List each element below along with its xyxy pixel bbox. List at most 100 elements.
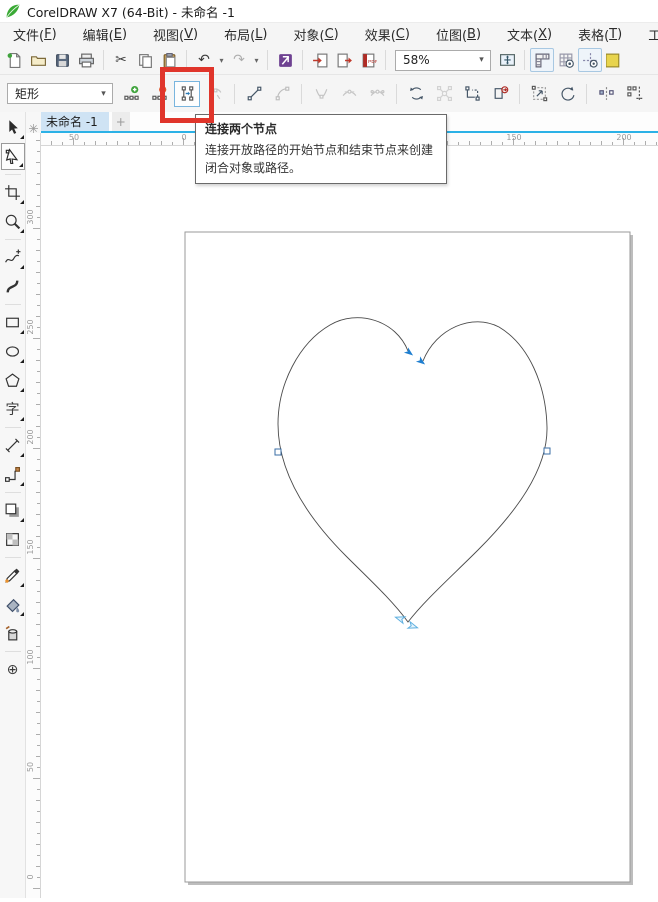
new-tab-button[interactable]: + <box>111 112 130 131</box>
menu-1[interactable]: 文件(F) <box>0 23 70 46</box>
reflect-nodes-button[interactable] <box>593 81 619 107</box>
symmetric-icon <box>369 85 386 102</box>
join-two-nodes-button[interactable] <box>174 80 200 107</box>
ruler-tick <box>35 844 40 845</box>
ruler-label: 250 <box>26 319 35 335</box>
menu-3[interactable]: 视图(V) <box>140 23 211 46</box>
connector-tool[interactable] <box>1 461 25 488</box>
ruler-label: 200 <box>616 133 632 142</box>
undo[interactable]: ↶ <box>192 48 216 72</box>
selection-marquee-combo[interactable]: 矩形 ▾ <box>7 83 113 104</box>
undo-dropdown[interactable]: ▾ <box>216 48 227 72</box>
open-document[interactable] <box>26 48 50 72</box>
ruler-tick <box>37 327 40 328</box>
drop-shadow-tool[interactable] <box>1 497 25 524</box>
convert-to-line-button[interactable] <box>241 81 267 107</box>
menu-7[interactable]: 位图(B) <box>423 23 494 46</box>
flyout-indicator <box>19 388 24 392</box>
show-grid[interactable] <box>554 48 578 72</box>
ruler-tick <box>95 140 96 145</box>
smart-fill-tool[interactable] <box>1 620 25 647</box>
freehand-tool[interactable] <box>1 244 25 271</box>
rectangle-tool[interactable] <box>1 309 25 336</box>
ruler-label: 300 <box>26 209 35 225</box>
ellipse-tool-icon <box>4 343 21 360</box>
export[interactable] <box>332 48 356 72</box>
import[interactable] <box>308 48 332 72</box>
parallel-dimension-tool[interactable] <box>1 432 25 459</box>
ruler-tick <box>35 624 40 625</box>
reflect-h-icon <box>598 85 615 102</box>
application-launcher[interactable] <box>273 48 297 72</box>
tooltip-body: 连接开放路径的开始节点和结束节点来创建闭合对象或路径。 <box>205 142 434 176</box>
ellipse-tool[interactable] <box>1 338 25 365</box>
ruler-tick <box>37 371 40 372</box>
interactive-fill-tool[interactable] <box>1 591 25 618</box>
shape-tool[interactable] <box>0 143 25 170</box>
cusp-node-button <box>308 81 334 107</box>
artistic-media-tool[interactable] <box>1 273 25 300</box>
ruler-tick <box>84 142 85 145</box>
menu-6[interactable]: 效果(C) <box>352 23 423 46</box>
ruler-tick <box>128 142 129 145</box>
ruler-tick <box>117 140 118 145</box>
paste[interactable] <box>157 48 181 72</box>
menu-8[interactable]: 文本(X) <box>494 23 565 46</box>
print[interactable] <box>74 48 98 72</box>
color-eyedropper-tool[interactable] <box>1 562 25 589</box>
property-bar: 矩形 ▾ <box>0 66 658 123</box>
curve-node-square[interactable] <box>274 448 282 456</box>
tab-untitled-1[interactable]: 未命名 -1 <box>35 112 109 131</box>
transparency-tool[interactable] <box>1 526 25 553</box>
zoom-tool[interactable] <box>1 208 25 235</box>
polygon-tool[interactable] <box>1 367 25 394</box>
separator <box>385 50 386 70</box>
menu-2[interactable]: 编辑(E) <box>70 23 140 46</box>
add-nodes-button[interactable] <box>118 81 144 107</box>
pick-tool[interactable] <box>1 114 25 141</box>
stretch-nodes-button[interactable] <box>526 81 552 107</box>
show-guidelines[interactable] <box>578 48 602 72</box>
vertical-ruler[interactable]: 0 50 100 150 200 250 300 <box>26 133 41 898</box>
zoom-icon <box>4 213 21 230</box>
ruler-origin-icon <box>29 124 38 133</box>
menu-4[interactable]: 布局(L) <box>211 23 280 46</box>
window-title: CorelDRAW X7 (64-Bit) - 未命名 -1 <box>27 4 235 20</box>
redo-dropdown[interactable]: ▾ <box>251 48 262 72</box>
flyout-indicator <box>19 135 24 139</box>
customize-toolbox-button[interactable]: ⊕ <box>1 656 25 683</box>
close-curve-button[interactable] <box>487 81 513 107</box>
curve-node-square[interactable] <box>543 447 551 455</box>
reverse-direction-button[interactable] <box>403 81 429 107</box>
zoom-level-combo[interactable]: 58% ▾ <box>395 49 491 71</box>
page <box>184 231 631 883</box>
drawing-canvas[interactable] <box>41 146 658 898</box>
show-rulers[interactable] <box>530 48 554 72</box>
separator <box>586 83 587 104</box>
copy[interactable] <box>133 48 157 72</box>
ruler-origin-corner[interactable] <box>26 112 41 133</box>
align-nodes-button[interactable] <box>621 81 647 107</box>
full-screen-preview[interactable] <box>495 48 519 72</box>
text-tool[interactable]: 字 <box>1 396 25 423</box>
extend-curve-to-close-button[interactable] <box>459 81 485 107</box>
ruler-tick <box>35 162 40 163</box>
menu-10[interactable]: 工具(O) <box>635 23 658 46</box>
delete-nodes-button[interactable] <box>146 81 172 107</box>
flyout-indicator <box>19 229 24 233</box>
crop-tool[interactable] <box>1 179 25 206</box>
cut[interactable]: ✂ <box>109 48 133 72</box>
new-document[interactable] <box>2 48 26 72</box>
separator <box>267 50 268 70</box>
save-document[interactable] <box>50 48 74 72</box>
clipped-toolbar-button[interactable] <box>602 48 626 72</box>
ruler-tick <box>524 142 525 145</box>
rotate-skew-nodes-button[interactable] <box>554 81 580 107</box>
menu-5[interactable]: 对象(C) <box>280 23 351 46</box>
menu-9[interactable]: 表格(T) <box>565 23 635 46</box>
delete-node-icon <box>151 85 168 102</box>
toolbox-separator <box>4 492 21 493</box>
ruler-tick <box>579 140 580 145</box>
ruler-tick <box>546 142 547 145</box>
publish-to-pdf[interactable]: PDF <box>356 48 380 72</box>
